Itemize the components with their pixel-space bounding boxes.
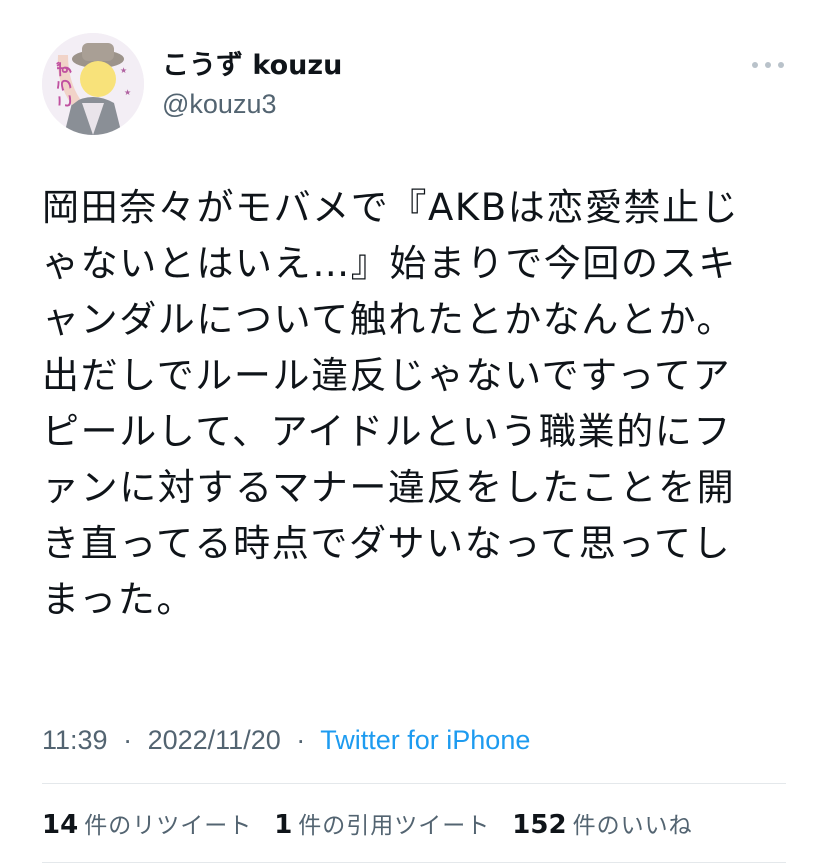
more-dot xyxy=(765,62,771,68)
tweet-line: ピールして、アイドルという職業的にフ xyxy=(42,410,732,453)
svg-text:★: ★ xyxy=(120,66,127,75)
profile-photo-icon: こうず ★ ★ xyxy=(42,33,144,135)
source-link[interactable]: Twitter for iPhone xyxy=(320,725,530,755)
display-name[interactable]: こうず kouzu xyxy=(162,48,342,84)
likes-count: 152 xyxy=(512,810,567,840)
tweet-line: ァンに対するマナー違反をしたことを開 xyxy=(42,466,736,509)
retweets-stat[interactable]: 14 件のリツイート xyxy=(42,806,252,840)
tweet-detail: こうず ★ ★ こうず kouzu @kouzu3 岡田奈々がモバメで『AKBは… xyxy=(0,0,828,863)
more-dot xyxy=(752,62,758,68)
quotes-stat[interactable]: 1 件の引用ツイート xyxy=(274,806,490,840)
quotes-label: 件の引用ツイート xyxy=(298,813,491,839)
tweet-meta: 11:39 · 2022/11/20 · Twitter for iPhone xyxy=(42,722,530,758)
likes-label: 件のいいね xyxy=(572,813,693,839)
meta-separator: · xyxy=(296,725,306,755)
meta-separator: · xyxy=(123,725,133,755)
tweet-line: まった。 xyxy=(42,578,195,621)
tweet-date[interactable]: 2022/11/20 xyxy=(148,725,281,755)
tweet-line: 岡田奈々がモバメで『AKBは恋愛禁止じ xyxy=(42,186,740,229)
retweets-label: 件のリツイート xyxy=(84,813,253,839)
tweet-line: ゃないとはいえ…』始まりで今回のスキ xyxy=(42,242,737,285)
quotes-count: 1 xyxy=(274,810,293,840)
avatar[interactable]: こうず ★ ★ xyxy=(42,33,144,135)
more-options-icon[interactable] xyxy=(752,55,784,75)
divider xyxy=(42,783,786,784)
tweet-line: 出だしでルール違反じゃないですってア xyxy=(42,354,732,397)
tweet-time[interactable]: 11:39 xyxy=(42,725,108,755)
tweet-line: ャンダルについて触れたとかなんとか。 xyxy=(42,298,735,341)
more-dot xyxy=(778,62,784,68)
tweet-text: 岡田奈々がモバメで『AKBは恋愛禁止じ ゃないとはいえ…』始まりで今回のスキ ャ… xyxy=(42,180,787,628)
user-handle[interactable]: @kouzu3 xyxy=(162,86,342,122)
retweets-count: 14 xyxy=(42,810,79,840)
tweet-line: き直ってる時点でダサいなって思ってし xyxy=(42,522,732,565)
engagement-stats: 14 件のリツイート 1 件の引用ツイート 152 件のいいね xyxy=(42,806,715,840)
likes-stat[interactable]: 152 件のいいね xyxy=(512,806,692,840)
avatar-text: こうず xyxy=(55,61,74,109)
svg-text:★: ★ xyxy=(124,88,131,97)
author-info[interactable]: こうず kouzu @kouzu3 xyxy=(162,48,342,122)
